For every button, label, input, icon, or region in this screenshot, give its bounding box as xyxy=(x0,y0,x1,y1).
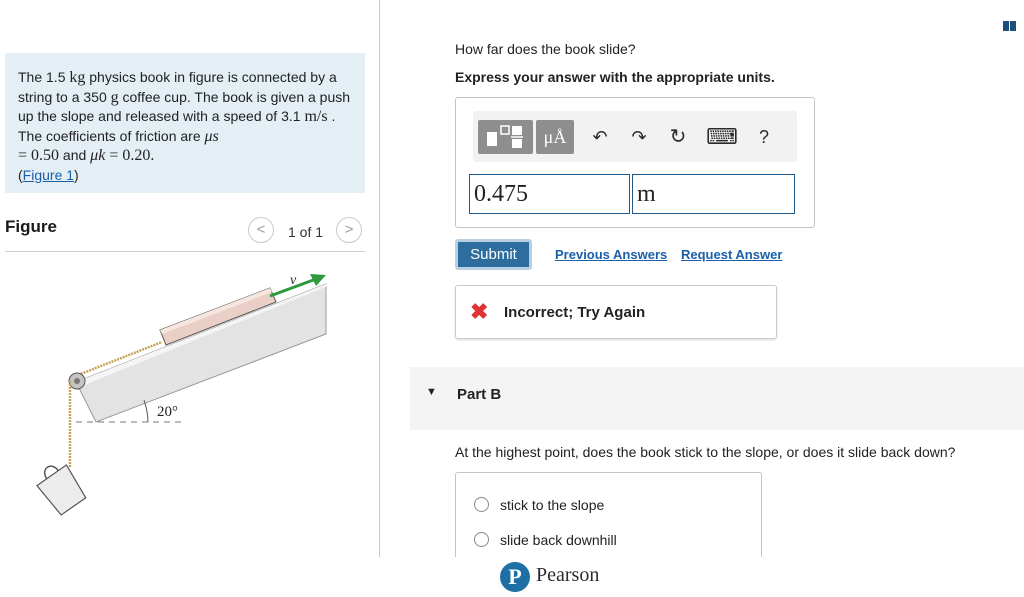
coffee-cup xyxy=(36,464,87,516)
request-answer-link[interactable]: Request Answer xyxy=(681,247,782,262)
problem-statement: The 1.5 kg physics book in figure is con… xyxy=(5,53,365,193)
problem-text: The 1.5 xyxy=(18,69,70,85)
submit-button[interactable]: Submit xyxy=(455,239,532,270)
radio-button[interactable] xyxy=(474,532,489,547)
figure-title: Figure xyxy=(5,217,57,236)
mu-s-symbol: μs xyxy=(204,127,219,145)
left-panel: The 1.5 kg physics book in figure is con… xyxy=(0,0,380,597)
redo-icon[interactable]: ↷ xyxy=(625,123,653,151)
answer-unit-field[interactable]: m xyxy=(632,174,795,214)
pearson-logo-icon: P xyxy=(500,562,530,592)
option-label: stick to the slope xyxy=(500,497,605,513)
next-figure-button[interactable]: > xyxy=(336,217,362,243)
unit-g: g xyxy=(110,88,119,106)
caret-down-icon: ▼ xyxy=(426,386,437,398)
incline-figure: 20° v⃗ xyxy=(36,273,328,516)
footer-area xyxy=(380,557,1024,597)
incline-slope xyxy=(75,283,327,423)
figure-pager: 1 of 1 xyxy=(288,224,324,240)
radio-button[interactable] xyxy=(474,497,489,512)
incorrect-icon: ✖ xyxy=(470,299,489,324)
pulley-hub xyxy=(74,378,80,384)
templates-icon xyxy=(487,125,523,148)
feedback-text: Incorrect; Try Again xyxy=(504,304,646,321)
reset-icon[interactable]: ↻ xyxy=(664,123,692,151)
templates-button[interactable] xyxy=(478,120,533,154)
figure-link[interactable]: Figure 1 xyxy=(23,167,74,183)
feedback-box: ✖ Incorrect; Try Again xyxy=(455,285,777,339)
problem-text: and xyxy=(59,147,91,163)
help-icon[interactable]: ? xyxy=(752,123,776,151)
figure-header: Figure < 1 of 1 > xyxy=(5,214,365,252)
velocity-label: v⃗ xyxy=(290,273,307,288)
part-a-instruction: Express your answer with the appropriate… xyxy=(455,69,775,85)
mu-k-symbol: μk xyxy=(90,147,106,164)
part-a-question: How far does the book slide? xyxy=(455,41,636,57)
part-b-header[interactable]: ▼ Part B xyxy=(410,367,1024,430)
answer-value-field[interactable]: 0.475 xyxy=(469,174,630,214)
symbols-button[interactable]: μÅ xyxy=(536,120,574,154)
previous-answers-link[interactable]: Previous Answers xyxy=(555,247,667,262)
part-b-question: At the highest point, does the book stic… xyxy=(455,444,956,460)
mu-k-value: = 0.20. xyxy=(105,147,155,164)
unit-ms: m/s xyxy=(304,108,328,125)
pearson-brand-text: Pearson xyxy=(536,564,600,586)
undo-icon[interactable]: ↶ xyxy=(586,123,614,151)
book-icon[interactable] xyxy=(1003,21,1017,31)
part-b-options: stick to the slope slide back downhill xyxy=(455,472,762,562)
math-toolbar: μÅ ↶ ↷ ↻ ⌨ ? xyxy=(473,111,797,162)
angle-label: 20° xyxy=(157,404,178,420)
keyboard-icon[interactable]: ⌨ xyxy=(704,123,740,151)
option-label: slide back downhill xyxy=(500,532,617,548)
answer-box: μÅ ↶ ↷ ↻ ⌨ ? 0.475 m xyxy=(455,97,815,228)
part-b-title: Part B xyxy=(457,386,502,403)
unit-kg: kg xyxy=(69,69,86,86)
mu-s-value: = 0.50 xyxy=(18,147,60,164)
prev-figure-button[interactable]: < xyxy=(248,217,274,243)
panel-divider xyxy=(379,0,380,557)
